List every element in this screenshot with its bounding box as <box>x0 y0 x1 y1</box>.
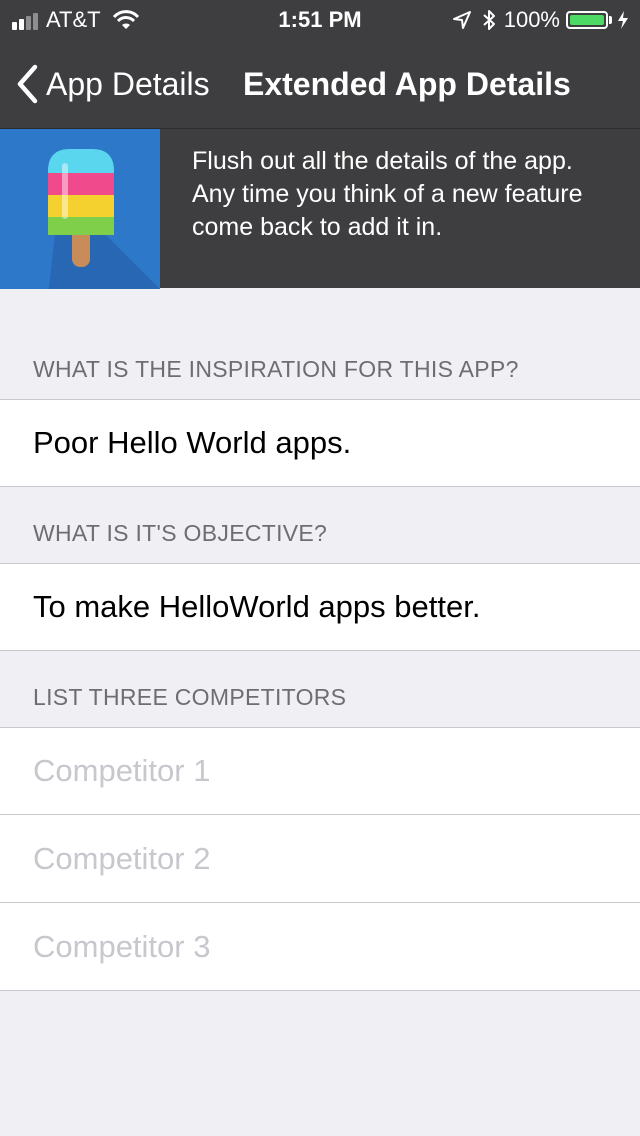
bluetooth-icon <box>483 10 495 30</box>
divider <box>0 563 640 564</box>
divider <box>0 902 640 903</box>
competitor-1-field[interactable]: Competitor 1 <box>0 727 640 814</box>
battery-level <box>570 15 604 25</box>
divider <box>0 650 640 651</box>
competitor-1-placeholder: Competitor 1 <box>33 753 211 788</box>
back-button[interactable]: App Details <box>16 40 210 128</box>
charging-bolt-icon <box>618 11 628 29</box>
top-bar: AT&T 1:51 PM 100% App Details Extended A… <box>0 0 640 128</box>
divider <box>0 814 640 815</box>
competitor-3-placeholder: Competitor 3 <box>33 929 211 964</box>
competitor-2-field[interactable]: Competitor 2 <box>0 815 640 902</box>
section-header-objective: WHAT IS IT'S OBJECTIVE? <box>33 520 328 546</box>
divider <box>0 990 640 991</box>
chevron-left-icon <box>17 64 38 104</box>
section-header-inspiration: WHAT IS THE INSPIRATION FOR THIS APP? <box>33 356 519 382</box>
competitor-2-placeholder: Competitor 2 <box>33 841 211 876</box>
battery-percentage: 100% <box>503 7 560 32</box>
inspiration-field[interactable]: Poor Hello World apps. <box>0 399 640 486</box>
competitor-3-field[interactable]: Competitor 3 <box>0 903 640 990</box>
divider <box>0 486 640 487</box>
objective-value: To make HelloWorld apps better. <box>33 589 481 624</box>
divider <box>0 727 640 728</box>
section-header-competitors: LIST THREE COMPETITORS <box>33 684 347 710</box>
popsicle-app-icon <box>0 129 160 289</box>
page-title: Extended App Details <box>243 66 571 102</box>
app-description: Flush out all the details of the app. An… <box>192 147 583 241</box>
location-arrow-icon <box>452 11 471 29</box>
app-summary-banner: Flush out all the details of the app. An… <box>0 128 640 289</box>
inspiration-value: Poor Hello World apps. <box>33 425 352 460</box>
battery-icon <box>566 11 608 29</box>
objective-field[interactable]: To make HelloWorld apps better. <box>0 563 640 650</box>
divider <box>0 399 640 400</box>
status-bar: AT&T 1:51 PM 100% <box>0 0 640 40</box>
back-button-label: App Details <box>46 65 210 102</box>
navigation-bar: App Details Extended App Details <box>0 40 640 128</box>
